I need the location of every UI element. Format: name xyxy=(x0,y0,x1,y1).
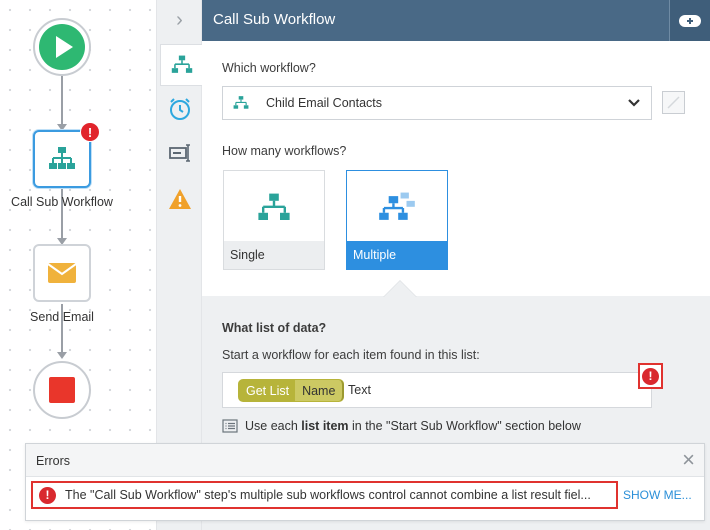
error-icon: ! xyxy=(39,486,56,504)
list-data-input[interactable]: Get List Name Text xyxy=(222,372,652,408)
error-item[interactable]: ! The "Call Sub Workflow" step's multipl… xyxy=(31,481,618,509)
connector-line xyxy=(61,76,63,126)
list-token-chip[interactable]: Get List Name xyxy=(238,379,345,402)
tab-text-fields[interactable] xyxy=(160,132,200,174)
option-multiple[interactable]: Multiple xyxy=(346,170,448,270)
add-button[interactable] xyxy=(669,0,710,41)
pencil-icon xyxy=(667,96,680,109)
stop-node[interactable] xyxy=(33,361,91,419)
hint-bold: list item xyxy=(301,419,349,433)
chip-primary-label: Get List xyxy=(246,383,290,398)
single-workflow-icon xyxy=(258,193,290,220)
error-icon: ! xyxy=(642,367,659,385)
chevron-right-icon: › xyxy=(176,8,183,31)
field-error-indicator[interactable]: ! xyxy=(638,363,663,389)
collapse-panel-button[interactable]: › xyxy=(157,0,202,40)
selection-pointer xyxy=(384,281,416,297)
list-item-hint: Use each list item in the "Start Sub Wor… xyxy=(222,419,581,433)
list-input-trailing-text: Text xyxy=(348,383,371,397)
workflow-select[interactable]: Child Email Contacts xyxy=(222,86,652,120)
multiple-workflows-icon xyxy=(379,192,415,220)
timer-icon xyxy=(170,98,190,120)
tab-warnings[interactable] xyxy=(160,178,200,220)
errors-panel: Errors × ! The "Call Sub Workflow" step'… xyxy=(25,443,705,521)
option-single[interactable]: Single xyxy=(223,170,325,270)
list-section-description: Start a workflow for each item found in … xyxy=(222,348,480,362)
hint-suffix: in the "Start Sub Workflow" section belo… xyxy=(348,419,581,433)
errors-title: Errors xyxy=(36,454,71,468)
tab-timing[interactable] xyxy=(160,88,200,130)
send-email-node[interactable] xyxy=(33,244,91,302)
option-multiple-label: Multiple xyxy=(347,241,447,269)
close-icon[interactable]: × xyxy=(682,449,695,471)
email-icon xyxy=(47,263,77,283)
node-error-icon[interactable]: ! xyxy=(80,122,100,142)
sub-workflow-icon xyxy=(171,55,192,73)
text-field-icon xyxy=(169,144,190,162)
stop-icon xyxy=(49,377,75,403)
list-icon xyxy=(222,419,238,433)
errors-header: Errors × xyxy=(26,444,704,477)
chip-secondary-label: Name xyxy=(295,380,345,401)
connector-arrow xyxy=(57,352,67,359)
list-section-title: What list of data? xyxy=(222,321,327,335)
add-icon xyxy=(679,14,701,27)
node-label-call-sub-workflow: Call Sub Workflow xyxy=(11,195,113,209)
selected-workflow-value: Child Email Contacts xyxy=(266,96,383,110)
edit-workflow-button[interactable] xyxy=(662,91,685,114)
which-workflow-label: Which workflow? xyxy=(222,61,316,75)
panel-title: Call Sub Workflow xyxy=(202,0,669,41)
warning-icon xyxy=(169,189,191,209)
hint-prefix: Use each xyxy=(245,419,302,433)
chevron-down-icon xyxy=(627,96,641,115)
show-me-link[interactable]: SHOW ME... xyxy=(623,488,692,502)
sub-workflow-icon xyxy=(232,95,250,116)
tab-workflow-settings[interactable] xyxy=(160,44,202,86)
play-icon xyxy=(39,24,85,70)
sub-workflow-icon xyxy=(49,147,75,169)
error-message: The "Call Sub Workflow" step's multiple … xyxy=(65,488,591,502)
how-many-label: How many workflows? xyxy=(222,144,347,158)
option-single-label: Single xyxy=(224,241,324,269)
node-label-send-email: Send Email xyxy=(30,310,94,324)
start-node[interactable] xyxy=(33,18,91,76)
